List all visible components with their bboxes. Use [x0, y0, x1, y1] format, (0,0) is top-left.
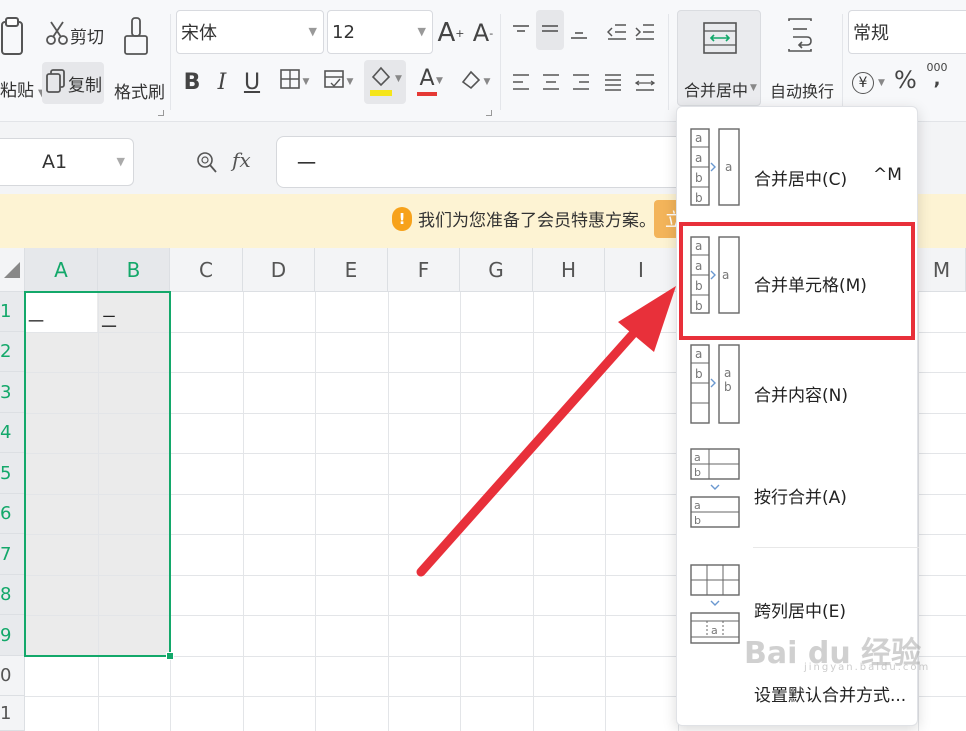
- spreadsheet-app: 粘贴▼ 剪切 复制 格式刷 宋体 ▼ 12: [0, 0, 966, 731]
- watermark-url: jingyan.baidu.com: [804, 662, 931, 673]
- annotation-arrow: [416, 286, 676, 577]
